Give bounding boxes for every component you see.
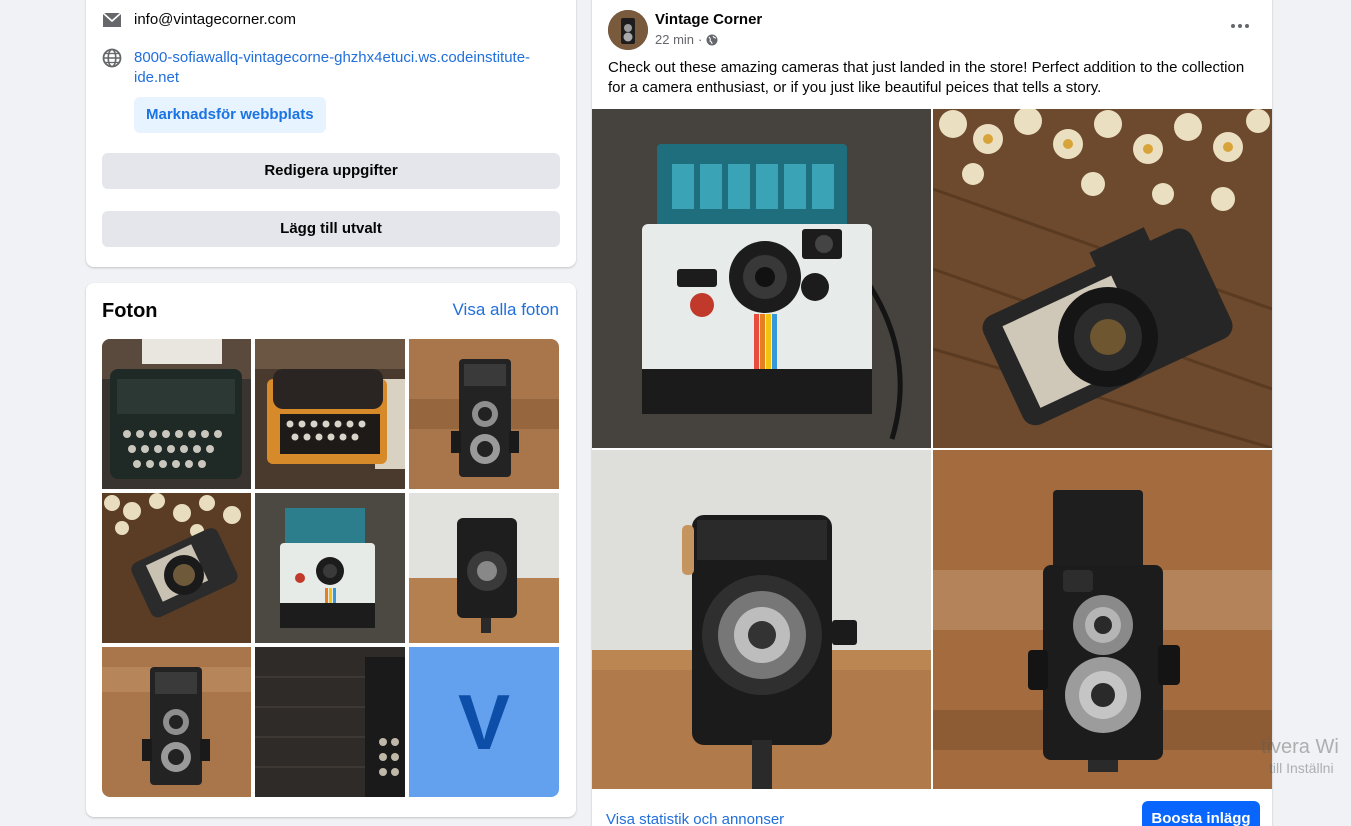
photo-polaroid-camera[interactable] [255, 493, 405, 643]
post-image-yashica[interactable] [933, 450, 1272, 789]
post-image-polaroid[interactable] [592, 109, 931, 448]
post-image-praktica[interactable] [933, 109, 1272, 448]
see-all-photos-link[interactable]: Visa alla foton [453, 300, 559, 320]
dot-separator: · [698, 32, 703, 47]
activation-watermark-line2: till Inställni [1269, 760, 1334, 776]
avatar[interactable] [608, 10, 648, 50]
post-image-folding-camera[interactable] [592, 450, 931, 789]
photo-typewriter-wood[interactable] [255, 647, 405, 797]
post-images [592, 109, 1272, 789]
activation-watermark-line1: tivera Wi [1261, 736, 1339, 758]
promote-website-button[interactable]: Marknadsför webbplats [134, 97, 326, 133]
photo-typewriter-dark[interactable] [102, 339, 251, 489]
email-row: info@vintagecorner.com [102, 10, 296, 30]
more-options-button[interactable] [1226, 16, 1254, 36]
post-text: Check out these amazing cameras that jus… [608, 59, 1245, 96]
photo-folding-camera[interactable] [409, 493, 559, 643]
post-stats-link[interactable]: Visa statistik och annonser [606, 811, 784, 826]
photos-grid: V [102, 339, 559, 797]
photo-praktica-camera[interactable] [102, 493, 251, 643]
photo-tlr-camera-2[interactable] [102, 647, 251, 797]
photo-logo-v[interactable]: V [409, 647, 559, 797]
email-text[interactable]: info@vintagecorner.com [134, 10, 296, 30]
post-time[interactable]: 22 min [655, 32, 694, 47]
logo-letter: V [457, 677, 511, 766]
mail-icon [102, 10, 122, 30]
globe-icon [706, 34, 718, 46]
photos-card: Foton Visa alla foton V [86, 283, 576, 817]
boost-post-button[interactable]: Boosta inlägg [1142, 801, 1260, 826]
post-author[interactable]: Vintage Corner [655, 11, 762, 28]
edit-details-button[interactable]: Redigera uppgifter [102, 153, 560, 189]
globe-icon [102, 48, 122, 68]
website-link[interactable]: 8000-sofiawallq-vintagecorne-ghzhx4etuci… [134, 48, 542, 88]
website-row: 8000-sofiawallq-vintagecorne-ghzhx4etuci… [102, 48, 542, 88]
intro-card: info@vintagecorner.com 8000-sofiawallq-v… [86, 0, 576, 267]
add-featured-button[interactable]: Lägg till utvalt [102, 211, 560, 247]
photos-title: Foton [102, 300, 158, 322]
post-card: Vintage Corner 22 min · Check out these … [592, 0, 1272, 826]
photo-tlr-camera[interactable] [409, 339, 559, 489]
post-meta: 22 min · [655, 32, 718, 47]
photo-typewriter-orange[interactable] [255, 339, 405, 489]
